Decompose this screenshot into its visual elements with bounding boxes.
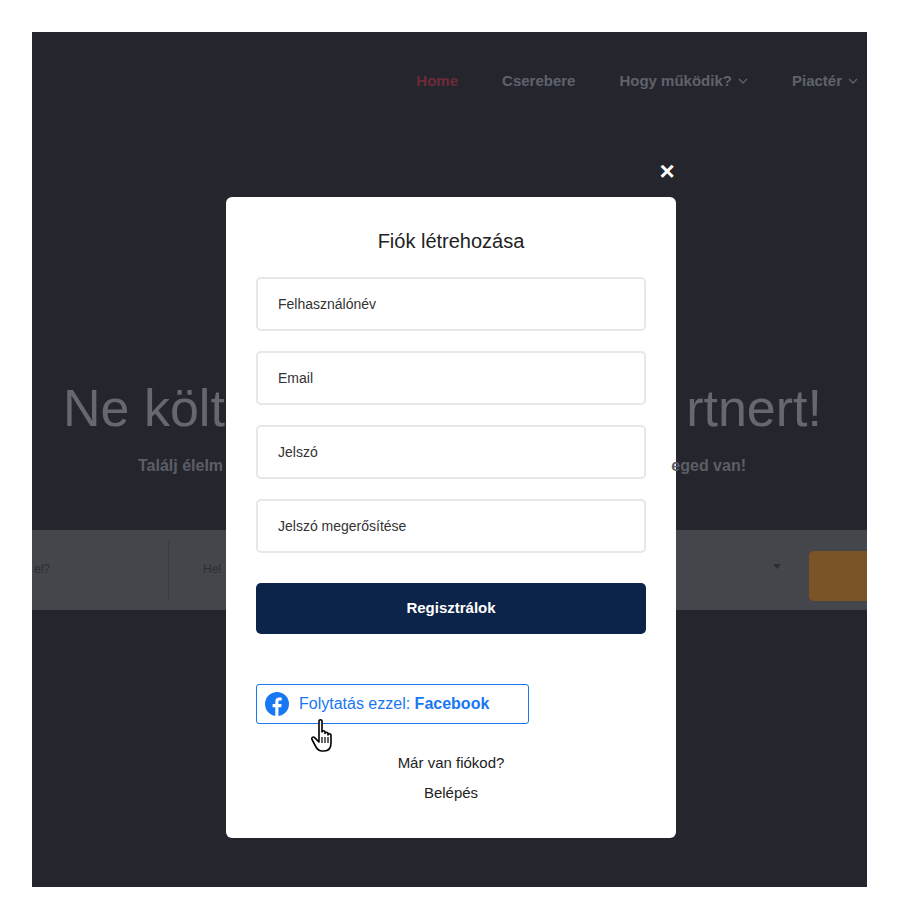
- main-nav: Home Cserebere Hogy működik? Piactér: [32, 32, 867, 93]
- login-prompt: Már van fiókod?: [256, 752, 646, 774]
- close-button[interactable]: ×: [656, 158, 678, 184]
- modal-title: Fiók létrehozása: [256, 227, 646, 255]
- search-what-field[interactable]: el?: [34, 560, 50, 578]
- hero-title-left: Ne költ: [63, 378, 225, 438]
- nav-label[interactable]: Cserebere: [502, 70, 575, 93]
- nav-label[interactable]: Home: [416, 70, 458, 93]
- register-modal: Fiók létrehozása Regisztrálok Folytatás ez…: [226, 197, 676, 838]
- facebook-brand[interactable]: Facebook: [415, 695, 490, 712]
- chevron-down-icon[interactable]: [848, 76, 858, 86]
- nav-item[interactable]: Piactér: [792, 70, 858, 93]
- text-field[interactable]: [256, 425, 646, 479]
- text-field[interactable]: [256, 277, 646, 331]
- hero-subtitle-right: eged van!: [671, 456, 746, 476]
- register-button[interactable]: Regisztrálok: [256, 583, 646, 634]
- hero-title-right: rtnert!: [686, 378, 822, 438]
- dropdown-arrow-icon[interactable]: [773, 564, 781, 570]
- hero-subtitle-left: Találj élelm: [138, 456, 223, 476]
- facebook-logo-icon: [265, 692, 289, 716]
- search-button[interactable]: [809, 551, 867, 601]
- facebook-label[interactable]: Folytatás ezzel: Facebook: [299, 692, 489, 716]
- search-where-field[interactable]: Hel: [203, 560, 221, 578]
- nav-item[interactable]: Cserebere: [502, 70, 575, 93]
- hero: Home Cserebere Hogy működik? Piactér el? Hel…: [32, 32, 867, 887]
- text-field[interactable]: [256, 351, 646, 405]
- facebook-row: Folytatás ezzel: Facebook: [256, 684, 646, 724]
- facebook-prefix[interactable]: Folytatás ezzel:: [299, 695, 410, 712]
- nav-label[interactable]: Hogy működik?: [619, 70, 732, 93]
- nav-item[interactable]: Home: [416, 70, 458, 93]
- search-divider: [168, 540, 169, 600]
- form-fields: [256, 277, 646, 553]
- nav-label[interactable]: Piactér: [792, 70, 842, 93]
- nav-item[interactable]: Hogy működik?: [619, 70, 748, 93]
- text-field[interactable]: [256, 499, 646, 553]
- chevron-down-icon[interactable]: [738, 76, 748, 86]
- login-link[interactable]: Belépés: [256, 782, 646, 804]
- hand-cursor-icon: [310, 718, 340, 754]
- facebook-login-button[interactable]: Folytatás ezzel: Facebook: [256, 684, 529, 724]
